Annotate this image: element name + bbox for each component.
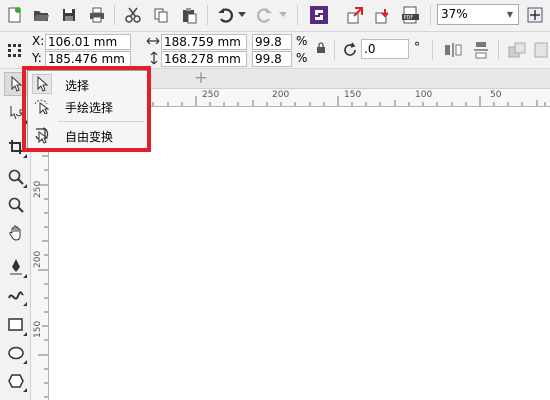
shape-tool-button[interactable] bbox=[4, 101, 28, 125]
scale-height-field[interactable]: 99.8 bbox=[252, 51, 292, 67]
crop-tool-button[interactable] bbox=[4, 135, 28, 159]
width-field[interactable]: 188.759 mm bbox=[161, 34, 247, 50]
zoom-out-tool-button[interactable] bbox=[4, 193, 28, 217]
rectangle-tool-button[interactable] bbox=[4, 313, 28, 337]
toolbar-divider bbox=[334, 40, 335, 60]
flyout-corner-icon bbox=[23, 360, 27, 364]
ruler-tick-label: 250 bbox=[33, 180, 43, 198]
ruler-tick-label: 250 bbox=[202, 90, 220, 100]
flyout-item-label: 自由变换 bbox=[65, 130, 114, 144]
rotation-field[interactable]: .0 bbox=[361, 39, 409, 59]
flyout-corner-icon bbox=[23, 274, 27, 278]
freehand-tool-button[interactable] bbox=[4, 255, 28, 279]
flyout-corner-icon bbox=[23, 302, 27, 306]
pick-tool-flyout: 选择 手绘选择 自由变换 bbox=[27, 70, 149, 150]
shape-tools-icon[interactable] bbox=[506, 39, 528, 61]
pick-arrow-icon bbox=[32, 74, 52, 94]
zoom-level-select[interactable]: 37% ▼ bbox=[437, 4, 519, 25]
percent-label: % bbox=[296, 51, 308, 65]
toolbar-divider bbox=[114, 5, 115, 25]
toolbar-divider bbox=[297, 5, 298, 25]
toolbar-divider bbox=[430, 5, 431, 25]
flyout-corner-icon bbox=[22, 90, 26, 94]
undo-icon[interactable] bbox=[214, 4, 236, 26]
mirror-horizontal-icon[interactable] bbox=[442, 39, 464, 61]
print-icon[interactable] bbox=[86, 4, 108, 26]
rotate-icon bbox=[340, 39, 362, 61]
artistic-media-tool-button[interactable] bbox=[4, 283, 28, 307]
standard-toolbar: PDF 37% ▼ bbox=[0, 0, 550, 32]
save-icon[interactable] bbox=[58, 4, 80, 26]
flyout-item-pick[interactable]: 选择 bbox=[28, 73, 148, 95]
export-icon[interactable] bbox=[372, 4, 394, 26]
new-document-icon[interactable] bbox=[3, 4, 25, 26]
width-icon bbox=[146, 35, 160, 47]
paste-icon[interactable] bbox=[178, 4, 200, 26]
flyout-item-label: 手绘选择 bbox=[65, 101, 114, 115]
degree-label: ° bbox=[414, 40, 420, 54]
toolbar-divider bbox=[207, 5, 208, 25]
publish-pdf-icon[interactable]: PDF bbox=[400, 4, 422, 26]
zoom-dropdown-arrow-icon[interactable]: ▼ bbox=[502, 5, 518, 24]
free-transform-icon bbox=[32, 125, 52, 145]
x-position-field[interactable]: 106.01 mm bbox=[45, 34, 131, 50]
height-field[interactable]: 168.278 mm bbox=[161, 51, 247, 67]
percent-label: % bbox=[296, 34, 308, 48]
open-folder-icon[interactable] bbox=[30, 4, 52, 26]
pan-hand-tool-button[interactable] bbox=[4, 221, 28, 245]
toolbar-divider bbox=[498, 40, 499, 60]
zoom-tool-button[interactable] bbox=[4, 165, 28, 189]
zoom-level-value: 37% bbox=[441, 7, 468, 21]
y-position-field[interactable]: 185.476 mm bbox=[45, 51, 131, 67]
freehand-pick-icon bbox=[32, 96, 52, 116]
flyout-corner-icon bbox=[23, 388, 27, 392]
scale-width-field[interactable]: 99.8 bbox=[252, 34, 292, 50]
chevron-down-icon[interactable] bbox=[236, 4, 248, 26]
toolbar-divider bbox=[432, 40, 433, 60]
flyout-item-free-transform[interactable]: 自由变换 bbox=[28, 124, 148, 146]
ruler-tick-label: 150 bbox=[344, 90, 362, 100]
ruler-tick-label: 50 bbox=[490, 90, 502, 100]
drawing-canvas[interactable] bbox=[49, 107, 550, 400]
svg-text:PDF: PDF bbox=[404, 15, 414, 21]
import-icon[interactable] bbox=[344, 4, 366, 26]
snap-icon[interactable] bbox=[524, 4, 546, 26]
flyout-divider bbox=[58, 121, 144, 122]
ruler-tick-label: 200 bbox=[272, 90, 290, 100]
flyout-item-label: 选择 bbox=[65, 79, 90, 93]
ruler-tick-label: 150 bbox=[33, 320, 43, 338]
flyout-corner-icon bbox=[23, 154, 27, 158]
cut-icon[interactable] bbox=[122, 4, 144, 26]
property-bar: X: 106.01 mm Y: 185.476 mm 188.759 mm 16… bbox=[0, 32, 550, 69]
ellipse-tool-button[interactable] bbox=[4, 341, 28, 365]
y-position-label: Y: bbox=[32, 51, 42, 65]
ruler-tick-label: 100 bbox=[415, 90, 433, 100]
flyout-corner-icon bbox=[23, 184, 27, 188]
object-origin-icon[interactable] bbox=[3, 39, 25, 61]
chevron-down-icon[interactable] bbox=[277, 4, 289, 26]
height-icon bbox=[148, 51, 160, 65]
lock-ratio-icon[interactable] bbox=[313, 40, 329, 56]
vertical-ruler[interactable]: 250 200 150 bbox=[31, 106, 49, 400]
mirror-vertical-icon[interactable] bbox=[470, 39, 492, 61]
ruler-tick-label: 200 bbox=[33, 250, 43, 268]
redo-icon[interactable] bbox=[254, 4, 276, 26]
add-document-tab-icon[interactable]: + bbox=[191, 69, 211, 88]
app-launcher-icon[interactable] bbox=[308, 4, 330, 26]
flyout-corner-icon bbox=[23, 332, 27, 336]
convert-to-curves-icon[interactable] bbox=[533, 39, 549, 61]
copy-icon[interactable] bbox=[150, 4, 172, 26]
pick-tool-button[interactable] bbox=[4, 72, 28, 96]
flyout-item-freehand-pick[interactable]: 手绘选择 bbox=[28, 95, 148, 117]
x-position-label: X: bbox=[32, 34, 45, 48]
polygon-tool-button[interactable] bbox=[4, 369, 28, 393]
